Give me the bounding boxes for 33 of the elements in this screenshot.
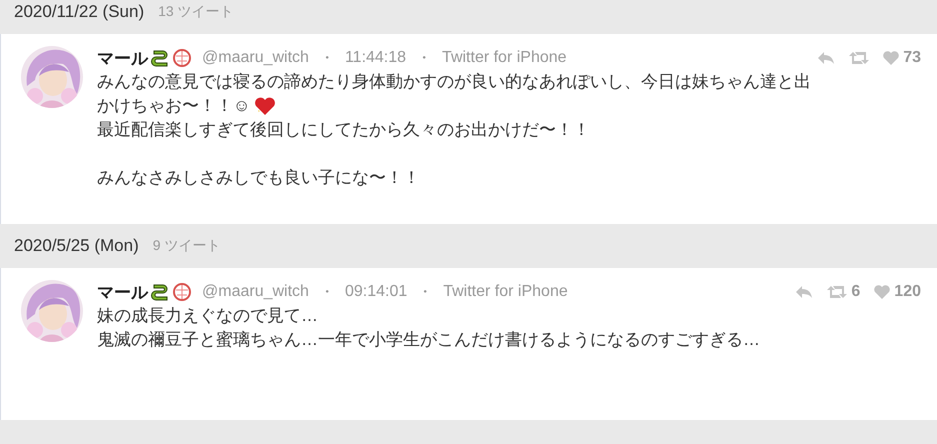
like-count: 120 xyxy=(894,283,921,301)
date-heading: 2020/11/22 (Sun) xyxy=(14,2,144,22)
user-name[interactable]: マール xyxy=(97,46,148,70)
separator: ・ xyxy=(417,282,434,302)
tweet-text: みんなの意見では寝るの諦めたり身体動かすのが良い的なあれぽいし、今日は妹ちゃん達と出 xyxy=(97,71,811,93)
heart-icon[interactable] xyxy=(883,51,900,65)
retweet-icon[interactable] xyxy=(849,51,870,65)
tweet-text: 最近配信楽しすぎて後回しにしてたから久々のお出かけだ〜！！ xyxy=(97,119,590,141)
tweet-count: 9 ツイート xyxy=(152,237,220,255)
tweet-text: かけちゃお〜！！☺ xyxy=(97,95,250,117)
snake-icon xyxy=(150,282,169,302)
user-handle[interactable]: @maaru_witch xyxy=(202,283,309,301)
retweet-count: 6 xyxy=(851,283,860,301)
tweet-time[interactable]: 09:14:01 xyxy=(344,283,408,301)
like-count: 73 xyxy=(903,49,921,67)
tweet-time[interactable]: 11:44:18 xyxy=(344,49,406,67)
separator: ・ xyxy=(318,282,335,302)
separator: ・ xyxy=(416,48,432,68)
tweet-text: 鬼滅の禰豆子と蜜璃ちゃん…一年で小学生がこんだけ書けるようになるのすごすぎる… xyxy=(97,329,760,351)
retweet-icon[interactable] xyxy=(827,285,848,299)
user-handle[interactable]: @maaru_witch xyxy=(202,49,309,67)
tweet-text: みんなさみしさみしでも良い子にな〜！！ xyxy=(97,167,420,189)
client-name: Twitter for iPhone xyxy=(442,49,567,67)
tweet-count: 13 ツイート xyxy=(158,3,234,21)
reply-icon[interactable] xyxy=(795,285,814,299)
reply-icon[interactable] xyxy=(817,51,836,65)
heart-icon[interactable] xyxy=(874,285,890,299)
client-name: Twitter for iPhone xyxy=(443,283,568,301)
tweet-text: 妹の成長力えぐなので見て… xyxy=(97,305,318,327)
separator: ・ xyxy=(318,48,335,68)
user-name[interactable]: マール xyxy=(97,280,148,304)
date-heading: 2020/5/25 (Mon) xyxy=(14,236,139,256)
snake-icon xyxy=(150,48,169,68)
